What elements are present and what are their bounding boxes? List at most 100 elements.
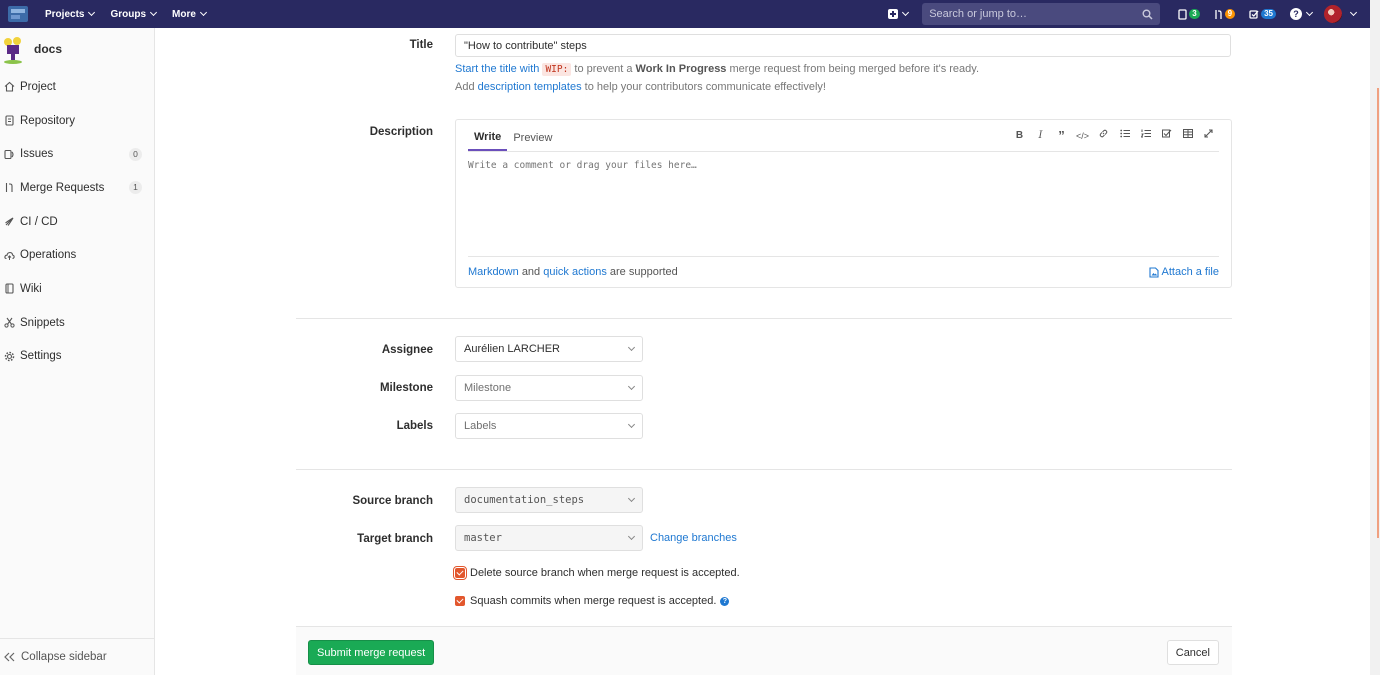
tab-preview[interactable]: Preview: [507, 132, 558, 151]
chevron-down-icon: [627, 420, 636, 429]
groups-menu-label: Groups: [110, 8, 147, 20]
delete-branch-option: Delete source branch when merge request …: [453, 566, 740, 580]
collapse-sidebar-button[interactable]: Collapse sidebar: [0, 638, 154, 675]
sidebar-item-label: CI / CD: [20, 215, 58, 228]
sidebar-item-snippets[interactable]: Snippets: [0, 306, 154, 340]
groups-menu[interactable]: Groups: [110, 8, 158, 20]
user-avatar: [1324, 5, 1342, 23]
user-menu[interactable]: [1324, 5, 1358, 23]
assignee-value: Aurélien LARCHER: [464, 343, 560, 355]
source-branch-label: Source branch: [352, 495, 433, 507]
task-list-icon[interactable]: [1156, 129, 1177, 143]
chevron-down-icon: [627, 532, 636, 541]
project-header[interactable]: docs: [0, 28, 154, 70]
sidebar-item-wiki[interactable]: Wiki: [0, 272, 154, 306]
change-branches-link[interactable]: Change branches: [650, 532, 737, 544]
bullet-list-icon[interactable]: [1114, 129, 1135, 143]
link-icon[interactable]: [1093, 129, 1114, 143]
merge-request-icon: [1214, 9, 1222, 19]
delete-branch-checkbox[interactable]: [453, 566, 467, 580]
cancel-button[interactable]: Cancel: [1166, 640, 1219, 665]
page-scrollbar[interactable]: [1370, 0, 1380, 675]
top-navbar: Projects Groups More Search or jump to… …: [0, 0, 1370, 28]
scissors-icon: [4, 317, 15, 328]
sidebar-item-label: Repository: [20, 114, 75, 127]
chevron-down-icon: [149, 8, 158, 17]
chevron-down-icon: [627, 494, 636, 503]
footer-supported: are supported: [609, 266, 678, 278]
wip-hint: Start the title with WIP: to prevent a W…: [455, 63, 980, 76]
help-icon: ?: [1290, 8, 1302, 20]
search-input[interactable]: Search or jump to…: [922, 3, 1161, 25]
template-hint: Add description templates to help your c…: [455, 81, 826, 93]
merge-request-form: Title Start the title with WIP: to preve…: [155, 28, 1370, 675]
scrollbar-thumb[interactable]: [1377, 88, 1379, 538]
squash-option: Squash commits when merge request is acc…: [455, 595, 730, 607]
footer-and: and: [521, 266, 541, 278]
projects-menu-label: Projects: [45, 8, 85, 20]
source-branch-select[interactable]: documentation_steps: [455, 487, 643, 513]
issues-count-badge: 0: [129, 147, 142, 161]
issues-count: 3: [1189, 9, 1200, 19]
source-branch-value: documentation_steps: [464, 494, 585, 506]
markdown-link[interactable]: Markdown: [468, 266, 519, 278]
sidebar-item-label: Merge Requests: [20, 181, 105, 194]
divider: [296, 469, 1232, 470]
projects-menu[interactable]: Projects: [45, 8, 96, 20]
attach-file-button[interactable]: Attach a file: [1148, 266, 1219, 278]
wip-hint-text-end: merge request from being merged before i…: [729, 63, 980, 75]
numbered-list-icon[interactable]: [1135, 129, 1156, 143]
title-label: Title: [409, 39, 433, 51]
sidebar-item-label: Operations: [20, 249, 77, 262]
tab-write[interactable]: Write: [468, 131, 508, 151]
squash-checkbox[interactable]: [455, 596, 465, 606]
milestone-select[interactable]: Milestone: [455, 375, 643, 401]
table-icon[interactable]: [1177, 129, 1198, 143]
sidebar-item-repository[interactable]: Repository: [0, 104, 154, 138]
fullscreen-icon[interactable]: [1198, 129, 1219, 143]
chevron-down-icon: [902, 8, 910, 17]
sidebar-item-settings[interactable]: Settings: [0, 340, 154, 374]
sidebar-item-label: Settings: [20, 350, 62, 363]
sidebar-item-operations[interactable]: Operations: [0, 238, 154, 272]
gitlab-logo-icon[interactable]: [6, 4, 32, 24]
sidebar-item-label: Snippets: [20, 316, 65, 329]
wip-code: WIP:: [542, 63, 572, 76]
quick-actions-link[interactable]: quick actions: [543, 266, 607, 278]
collapse-sidebar-label: Collapse sidebar: [21, 651, 107, 663]
bold-icon[interactable]: B: [1009, 129, 1030, 143]
new-item-button[interactable]: [888, 8, 910, 19]
sidebar-item-ci-cd[interactable]: CI / CD: [0, 205, 154, 239]
issues-counter[interactable]: 3: [1178, 8, 1200, 20]
target-branch-select[interactable]: master: [455, 525, 643, 551]
sidebar-item-project[interactable]: Project: [0, 70, 154, 104]
divider: [296, 318, 1232, 319]
sidebar-item-merge-requests[interactable]: Merge Requests 1: [0, 171, 154, 205]
question-icon[interactable]: ?: [720, 596, 730, 606]
description-templates-link[interactable]: description templates: [478, 81, 582, 93]
more-menu[interactable]: More: [172, 9, 207, 20]
editor-tabs: Write Preview B I ” </>: [468, 120, 1219, 152]
merge-requests-count-badge: 1: [129, 181, 142, 195]
merge-requests-counter[interactable]: 9: [1214, 9, 1236, 20]
sidebar-item-label: Project: [20, 80, 56, 93]
rocket-icon: [5, 217, 14, 226]
chevron-down-icon: [88, 8, 96, 17]
double-chevron-left-icon: [4, 652, 15, 662]
submit-merge-request-button[interactable]: Submit merge request: [308, 640, 435, 665]
italic-icon[interactable]: I: [1030, 129, 1051, 143]
todos-counter[interactable]: 35: [1249, 9, 1276, 20]
description-textarea[interactable]: [468, 160, 1218, 248]
milestone-value: Milestone: [464, 382, 512, 394]
assignee-select[interactable]: Aurélien LARCHER: [455, 336, 643, 362]
help-menu[interactable]: ?: [1290, 8, 1314, 20]
quote-icon[interactable]: ”: [1051, 129, 1072, 143]
wip-hint-link[interactable]: Start the title with: [455, 63, 539, 75]
file-image-icon: [1148, 266, 1159, 278]
labels-select[interactable]: Labels: [455, 413, 643, 439]
code-icon[interactable]: </>: [1072, 129, 1093, 143]
sidebar-item-issues[interactable]: Issues 0: [0, 137, 154, 171]
project-avatar: [4, 37, 22, 64]
title-input[interactable]: [455, 34, 1231, 57]
search-placeholder: Search or jump to…: [929, 8, 1028, 20]
